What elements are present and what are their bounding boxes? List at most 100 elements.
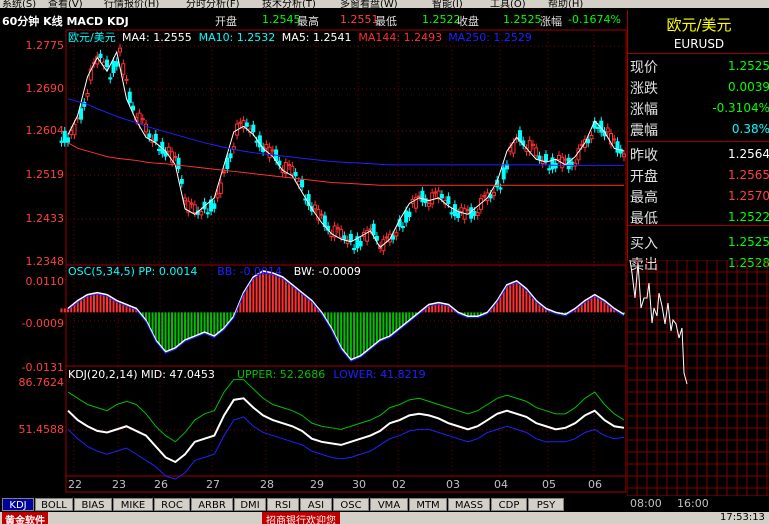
candle-body — [66, 137, 70, 143]
legend-item: MA10: 1.2532 — [199, 31, 276, 44]
candle-body — [127, 91, 132, 104]
tab-psy[interactable]: PSY — [528, 498, 564, 511]
candle-body — [166, 146, 171, 152]
candle-body — [394, 232, 399, 237]
candle-body — [417, 195, 422, 198]
kdj-y-tick: 86.7624 — [18, 376, 65, 389]
intraday-mini-chart[interactable] — [627, 260, 769, 496]
legend-item: BB: -0.0014 — [217, 265, 282, 278]
kdj-line-upper — [67, 379, 625, 443]
candle-body — [287, 163, 292, 167]
time-label-mid: 16:00 — [677, 497, 709, 510]
osc-histogram — [60, 270, 625, 362]
candle-body — [147, 133, 152, 138]
candle-body — [456, 212, 461, 218]
quote-value: -0.3104% — [712, 101, 769, 115]
candle-body — [595, 126, 600, 130]
quote-title: 欧元/美元 — [666, 16, 732, 34]
candle-body — [348, 233, 353, 242]
legend-item: KDJ(20,2,14) MID: 47.0453 — [68, 368, 215, 381]
legend-item: BW: -0.0009 — [294, 265, 361, 278]
quote-row: 最高 1.2570 — [628, 186, 769, 206]
candle-body — [59, 140, 64, 143]
candle-body — [491, 191, 496, 197]
tab-arbr[interactable]: ARBR — [191, 498, 233, 511]
candle-body — [563, 158, 568, 161]
tab-kdj[interactable]: KDJ — [2, 498, 34, 511]
candle-body — [144, 123, 149, 133]
date-label: 02 — [392, 478, 406, 491]
candle-body — [543, 154, 548, 162]
quote-value: 1.2570 — [728, 189, 769, 203]
quote-row: 昨收 1.2564 — [628, 144, 769, 164]
candle-body — [498, 187, 503, 190]
time-label-start: 08:00 — [630, 497, 662, 510]
main-y-tick: 1.2604 — [25, 124, 65, 137]
kdj-line-lower — [67, 416, 625, 480]
indicator-tab-bar: KDJ BOLL BIAS MIKE ROC ARBR DMI RSI ASI OSC VMA MTM… — [0, 496, 627, 512]
candle-body — [189, 202, 194, 205]
candle-body — [270, 149, 275, 152]
tab-vma[interactable]: VMA — [370, 498, 408, 511]
tab-asi[interactable]: ASI — [300, 498, 332, 511]
osc-line — [67, 270, 625, 361]
main-y-tick: 1.2348 — [25, 255, 65, 268]
tab-roc[interactable]: ROC — [154, 498, 190, 511]
candle-body — [352, 247, 357, 251]
quote-code: EURUSD — [673, 37, 725, 51]
tab-mass[interactable]: MASS — [448, 498, 490, 511]
candle-body — [339, 229, 344, 238]
chart-canvas[interactable]: 欧元/美元 MA4: 1.2555 MA10: 1.2532 MA5: 1.2541… — [0, 0, 627, 496]
candle-body — [173, 155, 178, 158]
tab-mike[interactable]: MIKE — [113, 498, 153, 511]
legend-item: MA5: 1.2541 — [282, 31, 352, 44]
candle-body — [426, 203, 431, 207]
candle-body — [622, 153, 626, 158]
tab-osc[interactable]: OSC — [333, 498, 369, 511]
quote-value: 0.0039 — [728, 80, 769, 94]
candle-body — [238, 121, 243, 124]
tab-boll[interactable]: BOLL — [35, 498, 73, 511]
quote-row: 涨跌 0.0039 — [628, 77, 769, 97]
quote-value: 1.2564 — [728, 147, 769, 161]
tab-bias[interactable]: BIAS — [74, 498, 112, 511]
quote-row: 开盘 1.2565 — [628, 165, 769, 185]
tab-mtm[interactable]: MTM — [409, 498, 447, 511]
ma-line-ma4 — [67, 50, 625, 249]
quote-label: 开盘 — [630, 169, 658, 185]
status-bar: 黄金软件 招商银行欢迎您 17:53:13 — [0, 512, 769, 524]
main-y-tick: 1.2775 — [25, 39, 65, 52]
candle-body — [244, 122, 249, 127]
candle-body — [225, 157, 230, 170]
candle-body — [391, 235, 396, 240]
date-label: 03 — [446, 478, 460, 491]
quote-label: 现价 — [630, 60, 658, 76]
tab-dmi[interactable]: DMI — [234, 498, 266, 511]
candle-body — [407, 211, 412, 218]
candle-body — [124, 78, 129, 81]
candle-body — [615, 141, 620, 153]
candle-body — [251, 124, 256, 133]
candle-body — [537, 155, 542, 160]
candle-body — [400, 225, 405, 229]
candle-body — [446, 196, 451, 204]
candle-body — [72, 123, 77, 136]
main-y-tick: 1.2690 — [25, 82, 65, 95]
quote-row: 最低 1.2522 — [628, 207, 769, 227]
candle-body — [111, 61, 116, 74]
osc-y-tick: 0.0110 — [25, 275, 65, 288]
legend-item: MA250: 1.2529 — [448, 31, 532, 44]
candle-body — [293, 172, 298, 177]
candle-body — [85, 92, 90, 97]
tab-rsi[interactable]: RSI — [267, 498, 299, 511]
candle-body — [205, 212, 210, 215]
candle-body — [465, 209, 470, 212]
quote-label: 买入 — [630, 236, 658, 252]
candle-body — [605, 127, 610, 133]
quote-value: 0.38% — [731, 122, 769, 136]
candle-body — [300, 179, 305, 188]
tab-cdp[interactable]: CDP — [491, 498, 527, 511]
candle-body — [176, 157, 181, 170]
intraday-price-line — [629, 260, 688, 385]
candle-body — [534, 147, 539, 157]
